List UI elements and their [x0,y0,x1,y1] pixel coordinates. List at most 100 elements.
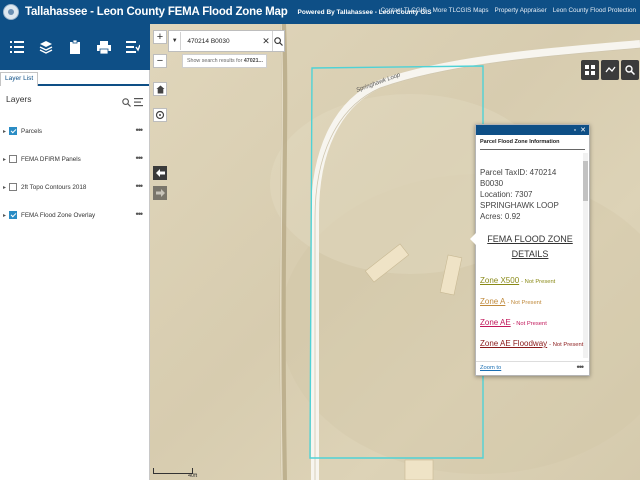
layer-name: Parcels [21,127,42,135]
zone-x500[interactable]: Zone X500- Not Present [480,276,580,285]
layer-checkbox-parcels[interactable] [9,127,17,135]
suggestion-prefix: Show search results for [187,58,244,64]
search-submit-button[interactable] [271,31,284,51]
search-suggestion[interactable]: Show search results for 47021... [182,54,267,68]
popup-titlebar: ▫ ✕ [476,125,589,135]
popup-title: Parcel Flood Zone Information [480,135,585,150]
acres-value: 0.92 [504,212,521,221]
layer-list-button[interactable] [6,36,28,58]
layer-more-icon[interactable]: ••• [136,182,144,191]
layers-heading: Layers [6,94,32,104]
parcel-popup: ▫ ✕ Parcel Flood Zone Information Parcel… [470,124,590,376]
grid-icon [585,65,595,75]
tab-layer-list[interactable]: Layer List [0,72,39,86]
layer-name: 2ft Topo Contours 2018 [21,183,87,191]
field-taxid: Parcel TaxID: 470214 B0030 [480,167,580,189]
layer-row-parcels[interactable]: ▸ Parcels ••• [0,124,150,138]
suggestion-term: 47021... [243,58,263,64]
field-location: Location: 7307 SPRINGHAWK LOOP [480,189,580,211]
popup-scroll-thumb[interactable] [583,161,588,201]
measure-tool-button[interactable] [601,60,619,80]
panel-tab-row: Layer List [0,70,149,86]
popup-scrollbar[interactable] [583,153,588,358]
map-search-button[interactable] [621,60,639,80]
search-input[interactable] [180,32,261,50]
arrow-right-icon [155,189,165,197]
layer-more-icon[interactable]: ••• [136,154,144,163]
clear-search-icon[interactable]: ✕ [260,36,271,47]
search-icon [625,65,635,75]
layer-options-icon[interactable] [134,94,144,112]
printer-icon [97,40,112,54]
structure [404,459,434,480]
layer-checkbox-topo-contours[interactable] [9,183,17,191]
zone-a[interactable]: Zone A- Not Present [480,297,580,306]
layer-name: FEMA Flood Zone Overlay [21,211,96,219]
link-more-maps[interactable]: More TLCGIS Maps [433,7,489,14]
header-links: Contact TLCGIS More TLCGIS Maps Property… [381,7,636,14]
zone-status: - Not Present [521,279,556,285]
zone-name[interactable]: Zone X500 [480,276,519,285]
link-property-appraiser[interactable]: Property Appraiser [495,7,547,14]
zoom-out-button[interactable]: − [153,54,167,68]
locate-button[interactable] [153,108,167,122]
layer-list-panel: Layer List Layers ▸ Parcels ••• ▸ FEMA D… [0,70,150,480]
zoom-to-link[interactable]: Zoom to [480,365,501,371]
search-widget[interactable]: ▼ ✕ [168,30,285,52]
clipboard-button[interactable] [64,36,86,58]
search-source-dropdown-icon[interactable]: ▼ [169,38,180,44]
print-button[interactable] [93,36,115,58]
link-flood-protection[interactable]: Leon County Flood Protection [553,7,636,14]
zone-name[interactable]: Zone AE Floodway [480,339,547,348]
list-icon [9,41,24,53]
layer-name: FEMA DFIRM Panels [21,155,81,163]
measure-button[interactable] [122,36,144,58]
popup-footer: Zoom to ••• [476,361,589,375]
acres-label: Acres: [480,212,505,221]
link-contact[interactable]: Contact TLCGIS [381,7,427,14]
home-button[interactable] [153,82,167,96]
list-check-icon [126,40,141,53]
layer-row-flood-zone-overlay[interactable]: ▸ FEMA Flood Zone Overlay ••• [0,208,150,222]
layer-more-icon[interactable]: ••• [136,126,144,135]
flood-zone-section-title: FEMA FLOOD ZONE DETAILS [487,234,573,259]
apps-button[interactable] [581,60,599,80]
maximize-icon[interactable]: ▫ [574,127,576,134]
basemap-button[interactable] [35,36,57,58]
clipboard-icon [69,40,80,54]
home-icon [156,85,164,93]
app-title: Tallahassee - Leon County FEMA Flood Zon… [25,6,288,18]
layer-row-topo-contours[interactable]: ▸ 2ft Topo Contours 2018 ••• [0,180,150,194]
location-label: Location: [480,190,515,199]
zone-status: - Not Present [549,342,584,348]
scale-label: 40ft [188,473,198,479]
popup-more-icon[interactable]: ••• [577,362,585,372]
widget-toolbar [0,24,150,70]
locate-icon [155,110,165,120]
layer-checkbox-flood-zone-overlay[interactable] [9,211,17,219]
next-extent-button[interactable] [153,186,167,200]
layer-search-icon[interactable] [122,94,131,112]
zone-ae[interactable]: Zone AE - Not Present [480,318,580,327]
layers-header: Layers [0,86,149,112]
zone-ae-floodway[interactable]: Zone AE Floodway - Not Present [480,339,584,348]
zone-status: - Not Present [512,321,547,327]
layer-row-dfirm-panels[interactable]: ▸ FEMA DFIRM Panels ••• [0,152,150,166]
previous-extent-button[interactable] [153,166,167,180]
field-acres: Acres: 0.92 [480,211,580,222]
layer-more-icon[interactable]: ••• [136,210,144,219]
popup-body: Parcel TaxID: 470214 B0030 Location: 730… [480,167,584,348]
search-icon [274,36,283,46]
scale-bar [153,468,193,474]
zone-status: - Not Present [507,300,542,306]
zone-name[interactable]: Zone AE [480,318,511,327]
zoom-in-button[interactable]: + [153,30,167,44]
layers-stack-icon [39,41,53,54]
taxid-label: Parcel TaxID: [480,168,530,177]
layer-checkbox-dfirm-panels[interactable] [9,155,17,163]
popup-pointer [470,233,476,245]
arrow-left-icon [155,169,165,177]
close-icon[interactable]: ✕ [580,127,586,134]
ruler-icon [604,66,616,73]
zone-name[interactable]: Zone A [480,297,505,306]
